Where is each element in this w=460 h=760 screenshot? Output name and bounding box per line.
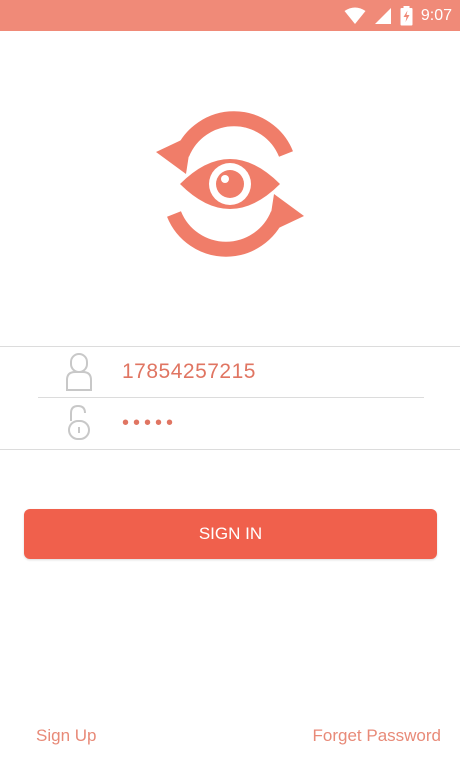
cell-signal-icon xyxy=(374,8,391,24)
battery-charging-icon xyxy=(400,6,413,26)
status-icons: 9:07 xyxy=(344,4,452,28)
status-time: 9:07 xyxy=(420,7,452,24)
forget-password-link[interactable]: Forget Password xyxy=(313,726,442,746)
sign-up-link[interactable]: Sign Up xyxy=(36,726,96,746)
unlock-icon xyxy=(68,404,90,440)
status-bar: 9:07 xyxy=(0,0,460,31)
username-input[interactable] xyxy=(122,356,422,388)
sign-in-button[interactable]: SIGN IN xyxy=(24,509,437,559)
wifi-icon xyxy=(344,7,366,24)
login-form xyxy=(0,346,460,450)
eye-refresh-logo xyxy=(156,111,304,257)
username-row xyxy=(0,347,460,397)
user-icon xyxy=(66,353,92,391)
password-row xyxy=(0,398,460,448)
password-input[interactable] xyxy=(122,407,422,439)
